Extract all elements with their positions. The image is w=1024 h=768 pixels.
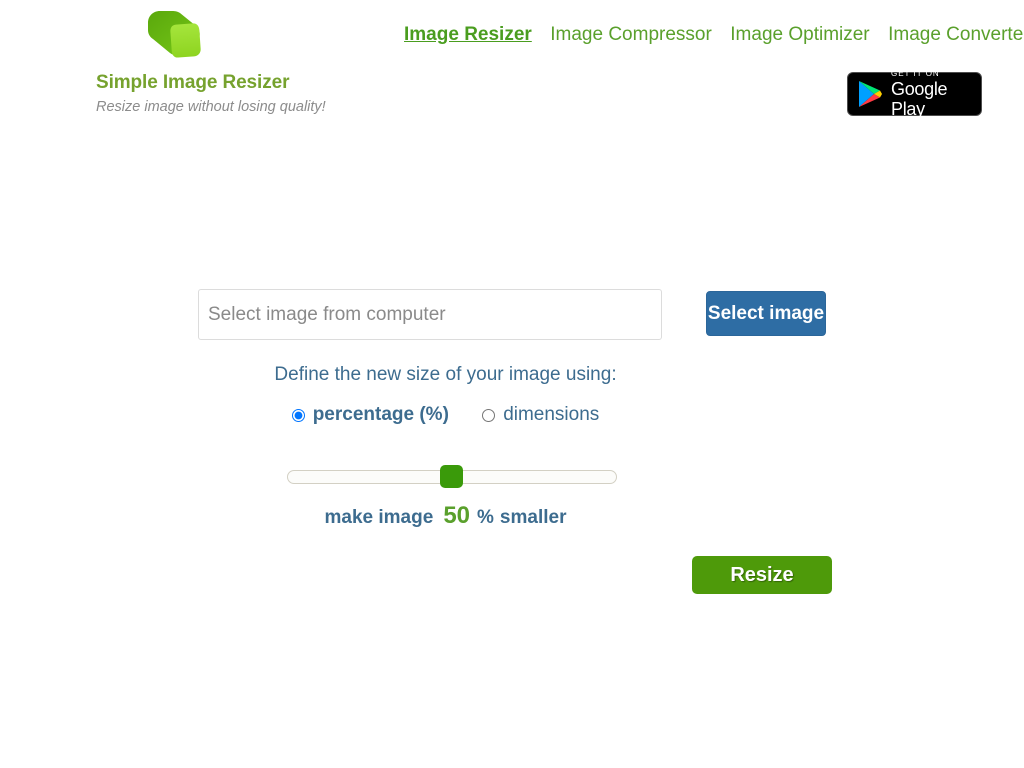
percentage-prefix-label: make image [324, 507, 434, 528]
nav-link-image-optimizer[interactable]: Image Optimizer [730, 24, 869, 45]
percentage-unit-label: % [477, 507, 494, 528]
radio-input-dimensions[interactable] [482, 408, 496, 422]
google-play-badge[interactable]: GET IT ON Google Play [847, 69, 982, 119]
percentage-readout: make image 50% smaller [0, 502, 891, 530]
nav-link-image-resizer[interactable]: Image Resizer [404, 24, 532, 45]
file-path-input[interactable] [198, 289, 662, 340]
google-play-small-text: GET IT ON [891, 69, 940, 78]
percentage-slider[interactable] [287, 460, 617, 493]
logo-wrapper [96, 6, 396, 72]
page-root: Simple Image Resizer Resize image withou… [0, 0, 1024, 768]
define-size-label: Define the new size of your image using: [274, 364, 617, 385]
brand-tagline: Resize image without losing quality! [96, 99, 326, 115]
radio-label-dimensions: dimensions [503, 404, 600, 425]
google-play-triangle-icon [859, 81, 882, 107]
brand-title: Simple Image Resizer [96, 72, 290, 93]
google-play-text: GET IT ON Google Play [891, 69, 972, 119]
radio-option-dimensions[interactable]: dimensions [482, 404, 599, 426]
nav-link-image-compressor[interactable]: Image Compressor [550, 24, 712, 45]
radio-label-percentage: percentage (%) [312, 404, 449, 425]
size-mode-radio-group: percentage (%) dimensions [0, 404, 891, 428]
slider-handle[interactable] [440, 465, 463, 488]
main-nav: Image Resizer Image Compressor Image Opt… [404, 24, 1024, 46]
radio-option-percentage[interactable]: percentage (%) [291, 404, 449, 426]
percentage-value: 50 [443, 502, 471, 529]
nav-link-image-converter[interactable]: Image Converter [888, 24, 1024, 45]
google-play-big-text: Google Play [891, 79, 948, 119]
select-image-button[interactable]: Select image [706, 291, 826, 336]
green-arrow-cursor-logo-icon [148, 11, 201, 58]
file-select-row: Select image [198, 289, 826, 340]
brand-block: Simple Image Resizer Resize image withou… [96, 6, 396, 116]
radio-input-percentage[interactable] [291, 408, 305, 422]
resize-button[interactable]: Resize [692, 556, 832, 594]
percentage-suffix-label: smaller [499, 507, 567, 528]
